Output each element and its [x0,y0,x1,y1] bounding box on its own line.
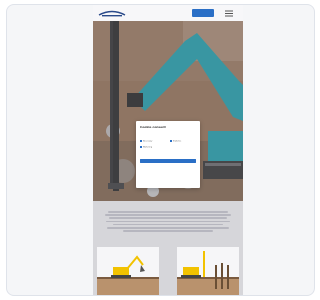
option-necessary[interactable]: Necessary [140,140,168,143]
pile-driving-illustration [177,247,239,295]
option-label: Necessary [143,140,153,143]
checkbox-icon[interactable] [140,146,142,148]
dialog-body [140,130,196,137]
page-content [93,201,243,295]
option-label: Statistics [173,140,182,143]
excavator-illustration [97,247,159,295]
top-nav [93,5,243,21]
cookie-consent-dialog: Cookie consent Necessary Statistics Mark… [136,121,200,188]
option-label: Marketing [143,146,152,149]
option-marketing[interactable]: Marketing [140,146,168,149]
checkbox-icon[interactable] [170,140,172,142]
hamburger-menu-icon[interactable] [223,10,235,17]
company-logo[interactable] [97,9,127,18]
dialog-title: Cookie consent [140,125,166,129]
preview-card: Cookie consent Necessary Statistics Mark… [6,4,315,296]
checkbox-icon[interactable] [140,140,142,142]
option-statistics[interactable]: Statistics [170,140,196,143]
contact-button[interactable] [192,9,214,17]
mobile-page: Cookie consent Necessary Statistics Mark… [93,5,243,295]
accept-all-button[interactable] [140,159,196,163]
text-placeholder-lines [103,211,233,233]
